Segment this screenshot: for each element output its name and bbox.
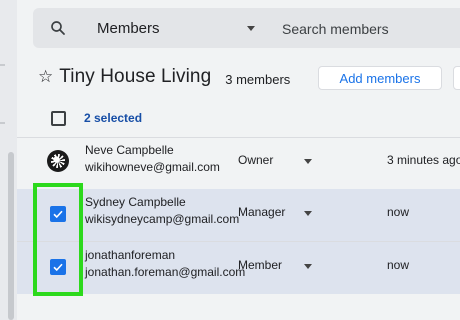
member-count: 3 members [225,71,291,87]
search-input[interactable]: Search members [282,21,389,37]
chevron-down-icon[interactable] [304,159,312,164]
scrollbar-thumb[interactable] [8,152,14,320]
more-actions-button[interactable] [453,66,460,90]
select-all-checkbox[interactable] [51,111,66,126]
member-name: jonathanforeman [85,248,176,262]
search-bar[interactable]: Members Search members [33,8,460,48]
table-row[interactable]: Sydney Campbelle wikisydneycamp@gmail.co… [17,189,460,241]
member-joined: 3 minutes ago [387,153,460,167]
left-sidebar [0,0,17,320]
member-role[interactable]: Member [238,258,282,272]
sidebar-tick [0,64,5,66]
member-email: jonathan.foreman@gmail.com [85,265,246,279]
member-role[interactable]: Manager [238,205,285,219]
table-row[interactable]: Neve Campbelle wikihowneve@gmail.com Own… [17,137,460,189]
member-role[interactable]: Owner [238,153,273,167]
group-header: ☆ Tiny House Living 3 members [38,66,290,88]
member-email: wikisydneycamp@gmail.com [85,212,240,226]
group-title: Tiny House Living [59,66,212,87]
checkbox-highlight-box [33,183,83,296]
chevron-down-icon[interactable] [304,211,312,216]
member-name: Neve Campbelle [85,143,174,157]
sidebar-tick [0,122,5,124]
chevron-down-icon[interactable] [247,26,255,31]
member-name: Sydney Campbelle [85,195,186,209]
search-scope-label[interactable]: Members [97,20,160,37]
star-icon[interactable]: ☆ [38,67,53,87]
search-icon[interactable] [49,19,67,37]
avatar [47,150,69,172]
add-members-button[interactable]: Add members [318,66,442,90]
chevron-down-icon[interactable] [304,264,312,269]
member-joined: now [387,258,410,272]
selected-count: 2 selected [84,111,143,125]
member-email: wikihowneve@gmail.com [85,160,220,174]
member-joined: now [387,205,410,219]
table-row[interactable]: jonathanforeman jonathan.foreman@gmail.c… [17,242,460,294]
